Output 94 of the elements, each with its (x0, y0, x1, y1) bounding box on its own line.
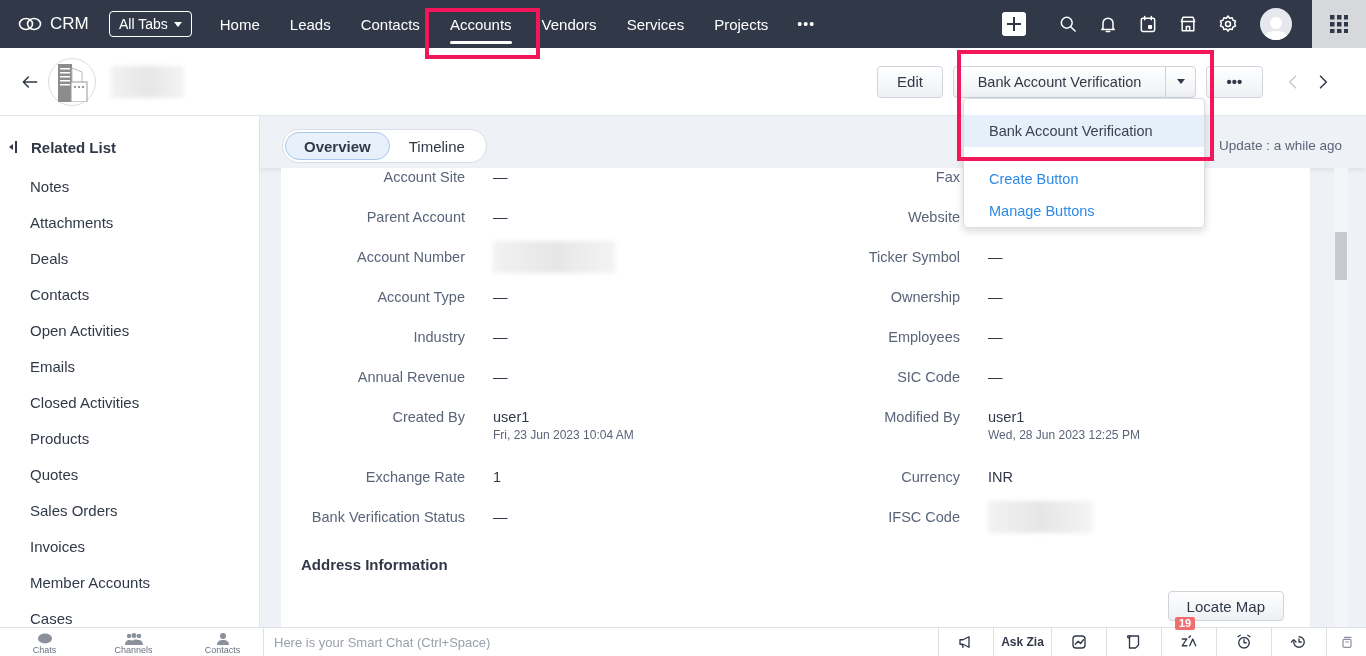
field-label: Account Site (382, 168, 465, 186)
related-list-title: Related List (31, 138, 117, 156)
field-value: user1 (988, 408, 1026, 426)
field-label: Website (906, 208, 960, 226)
field-label: Parent Account (365, 208, 465, 226)
field-label: IFSC Code (887, 508, 960, 526)
chat-app-button[interactable]: Chats (0, 628, 89, 656)
related-list-item[interactable]: Sales Orders (0, 502, 122, 520)
related-list-item[interactable]: Cases (0, 610, 77, 628)
related-list-item[interactable]: Attachments (0, 214, 118, 232)
field-value: — (493, 328, 509, 346)
related-list-item[interactable]: Closed Activities (0, 394, 144, 412)
field-value: — (988, 368, 1004, 386)
field-value: — (493, 288, 509, 306)
nav-tab[interactable]: Vendors (526, 0, 612, 48)
field-label: Employees (887, 328, 960, 346)
field-value: INR (988, 468, 1014, 486)
group-icon (124, 633, 143, 645)
building-icon (55, 61, 89, 102)
field-value: — (493, 208, 509, 226)
nav-tab[interactable]: Accounts (434, 0, 527, 48)
field-label: Bank Verification Status (310, 508, 465, 526)
user-avatar[interactable] (1260, 8, 1292, 40)
field-value: — (493, 368, 509, 386)
view-tab[interactable]: Overview (285, 132, 390, 160)
chat-bubble-icon (36, 633, 53, 645)
caret-icon (1176, 79, 1185, 84)
grid-icon (1330, 15, 1348, 33)
calendar-icon (1138, 14, 1158, 34)
view-tab[interactable]: Timeline (389, 132, 484, 160)
field-value: — (493, 168, 509, 186)
related-list-item[interactable]: Member Accounts (0, 574, 155, 592)
field-label: SIC Code (896, 368, 960, 386)
plus-icon (1006, 16, 1022, 32)
chat-app-button[interactable]: Channels (89, 628, 178, 656)
field-value: — (988, 248, 1004, 266)
field-value: — (988, 328, 1004, 346)
field-timestamp: Fri, 23 Jun 2023 10:04 AM (493, 428, 635, 442)
field-value: user1 (493, 408, 531, 426)
related-list-item[interactable]: Deals (0, 250, 73, 268)
field-label: Industry (412, 328, 465, 346)
field-label: Created By (391, 408, 465, 426)
related-list-item[interactable]: Open Activities (0, 322, 134, 340)
history-icon (1290, 633, 1308, 651)
field-timestamp: Wed, 28 Jun 2023 12:25 PM (988, 428, 1141, 442)
related-list-item[interactable]: Contacts (0, 286, 94, 304)
nav-tab[interactable]: Services (611, 0, 700, 48)
app-name: CRM (50, 14, 89, 34)
collapse-icon[interactable] (8, 140, 18, 154)
related-list-item[interactable]: Notes (0, 178, 74, 196)
field-label: Exchange Rate (364, 468, 465, 486)
logo-icon (18, 16, 42, 32)
create-button[interactable] (1002, 12, 1026, 36)
custom-action-button[interactable]: Bank Account Verification (953, 65, 1196, 98)
section-title: Address Information (300, 556, 449, 573)
related-list-item[interactable]: Quotes (0, 466, 83, 484)
chart-icon (1070, 633, 1088, 651)
related-list-item[interactable]: Invoices (0, 538, 90, 556)
last-update-text: Update : a while ago (1218, 138, 1342, 153)
field-label: Account Type (376, 288, 465, 306)
field-label: Ticker Symbol (867, 248, 960, 266)
person-icon (215, 633, 230, 645)
field-value: — (493, 508, 509, 526)
nav-tab[interactable]: Leads (274, 0, 346, 48)
field-value: — (988, 288, 1004, 306)
menu-item[interactable]: Bank Account Verification (964, 115, 1204, 147)
store-icon (1178, 14, 1198, 34)
scrollbar[interactable] (1334, 168, 1348, 627)
field-value: 1 (493, 468, 503, 486)
field-label: Modified By (883, 408, 960, 426)
notification-count: 19 (1175, 617, 1196, 630)
field-label: Account Number (356, 248, 465, 266)
search-icon (1058, 14, 1078, 34)
more-tabs-button[interactable]: ••• (783, 16, 830, 32)
field-label: Annual Revenue (356, 368, 465, 386)
all-tabs-button[interactable]: All Tabs (109, 11, 192, 37)
settings-icon (1218, 14, 1238, 34)
nav-tab[interactable]: Projects (699, 0, 784, 48)
caret-icon (173, 21, 182, 27)
nav-tab[interactable]: Contacts (345, 0, 435, 48)
menu-item[interactable]: Manage Buttons (964, 195, 1204, 227)
apps-grid-button[interactable] (1312, 0, 1366, 48)
related-list-item[interactable]: Emails (0, 358, 79, 376)
bank-verification-button[interactable]: Bank Account Verification (954, 66, 1165, 97)
alarm-clock-icon (1235, 633, 1253, 651)
more-actions-button[interactable]: ••• (1206, 65, 1263, 98)
edit-button[interactable]: Edit (877, 65, 943, 98)
related-list-item[interactable]: Products (0, 430, 94, 448)
field-label: Currency (900, 468, 960, 486)
field-label: Ownership (889, 288, 960, 306)
field-label: Fax (934, 168, 960, 186)
nav-tab[interactable]: Home (204, 0, 275, 48)
person-icon (1264, 14, 1288, 40)
menu-item[interactable]: Create Button (964, 163, 1204, 195)
